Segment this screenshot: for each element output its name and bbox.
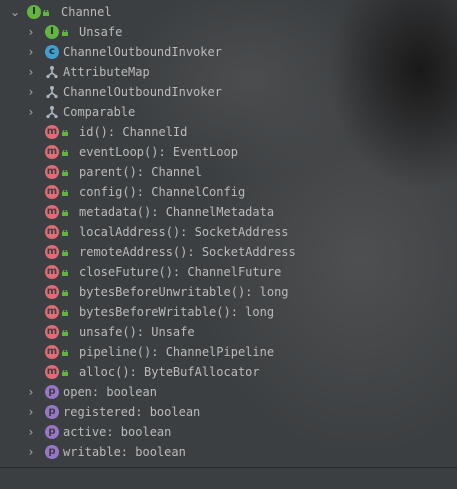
- tree-row-method[interactable]: m config(): ChannelConfig: [0, 182, 457, 202]
- method-label: pipeline(): ChannelPipeline: [79, 345, 275, 359]
- method-label: localAddress(): SocketAddress: [79, 225, 289, 239]
- tree-row-method[interactable]: m closeFuture(): ChannelFuture: [0, 262, 457, 282]
- lock-icon: [62, 210, 68, 216]
- chevron-right-icon[interactable]: ›: [26, 422, 36, 442]
- chevron-right-icon[interactable]: ›: [26, 402, 36, 422]
- inheritance-icon: [46, 86, 58, 99]
- tree-row-method[interactable]: m pipeline(): ChannelPipeline: [0, 342, 457, 362]
- method-icon: m: [45, 165, 59, 179]
- lock-icon: [62, 30, 68, 36]
- method-icon: m: [45, 225, 59, 239]
- tree-row-method[interactable]: m unsafe(): Unsafe: [0, 322, 457, 342]
- tree-row-unsafe[interactable]: › I Unsafe: [0, 22, 457, 42]
- lock-icon: [62, 190, 68, 196]
- interface-icon: I: [27, 5, 41, 19]
- lock-icon: [62, 130, 68, 136]
- tree-row-channel[interactable]: ⌄ I Channel: [0, 2, 457, 22]
- method-label: config(): ChannelConfig: [79, 185, 246, 199]
- tree-node-label: Channel: [61, 5, 112, 19]
- tree-row-method[interactable]: m id(): ChannelId: [0, 122, 457, 142]
- inheritance-icon: [46, 106, 58, 119]
- tree-row-method[interactable]: m eventLoop(): EventLoop: [0, 142, 457, 162]
- property-icon: p: [45, 445, 59, 459]
- structure-tree: ⌄ I Channel › I Unsafe › c ChannelOutbou…: [0, 2, 457, 462]
- lock-icon: [62, 330, 68, 336]
- method-icon: m: [45, 265, 59, 279]
- method-label: id(): ChannelId: [79, 125, 188, 139]
- lock-icon: [62, 350, 68, 356]
- property-icon: p: [45, 385, 59, 399]
- tree-row-channel-outbound-invoker-class[interactable]: › c ChannelOutboundInvoker: [0, 42, 457, 62]
- method-label: closeFuture(): ChannelFuture: [79, 265, 282, 279]
- method-icon: m: [45, 205, 59, 219]
- tree-row-method[interactable]: m bytesBeforeWritable(): long: [0, 302, 457, 322]
- method-icon: m: [45, 245, 59, 259]
- tree-row-method[interactable]: m remoteAddress(): SocketAddress: [0, 242, 457, 262]
- method-icon: m: [45, 305, 59, 319]
- method-icon: m: [45, 345, 59, 359]
- tree-row-method[interactable]: m localAddress(): SocketAddress: [0, 222, 457, 242]
- method-label: bytesBeforeUnwritable(): long: [79, 285, 289, 299]
- tree-node-label: Comparable: [63, 105, 136, 119]
- panel-bottom-edge: [0, 467, 457, 489]
- tree-row-property[interactable]: › p writable: boolean: [0, 442, 457, 462]
- tree-row-channel-outbound-invoker-inherited[interactable]: › ChannelOutboundInvoker: [0, 82, 457, 102]
- tree-row-property[interactable]: › p open: boolean: [0, 382, 457, 402]
- chevron-right-icon[interactable]: ›: [26, 22, 36, 42]
- tree-node-label: ChannelOutboundInvoker: [63, 85, 222, 99]
- tree-row-attribute-map[interactable]: › AttributeMap: [0, 62, 457, 82]
- tree-row-method[interactable]: m alloc(): ByteBufAllocator: [0, 362, 457, 382]
- lock-icon: [62, 150, 68, 156]
- method-label: remoteAddress(): SocketAddress: [79, 245, 296, 259]
- property-label: writable: boolean: [63, 445, 186, 459]
- method-icon: m: [45, 285, 59, 299]
- method-label: eventLoop(): EventLoop: [79, 145, 238, 159]
- chevron-right-icon[interactable]: ›: [26, 382, 36, 402]
- property-icon: p: [45, 405, 59, 419]
- chevron-down-icon[interactable]: ⌄: [10, 2, 20, 22]
- tree-row-method[interactable]: m bytesBeforeUnwritable(): long: [0, 282, 457, 302]
- lock-icon: [62, 370, 68, 376]
- lock-icon: [62, 250, 68, 256]
- inheritance-icon: [46, 66, 58, 79]
- property-icon: p: [45, 425, 59, 439]
- tree-node-label: ChannelOutboundInvoker: [63, 45, 222, 59]
- method-icon: m: [45, 125, 59, 139]
- method-label: unsafe(): Unsafe: [79, 325, 195, 339]
- tree-row-property[interactable]: › p registered: boolean: [0, 402, 457, 422]
- method-label: alloc(): ByteBufAllocator: [79, 365, 260, 379]
- lock-icon: [62, 170, 68, 176]
- method-icon: m: [45, 145, 59, 159]
- lock-icon: [43, 10, 49, 16]
- lock-icon: [62, 290, 68, 296]
- tree-row-property[interactable]: › p active: boolean: [0, 422, 457, 442]
- tree-row-method[interactable]: m parent(): Channel: [0, 162, 457, 182]
- lock-icon: [62, 310, 68, 316]
- property-label: registered: boolean: [63, 405, 201, 419]
- interface-icon: I: [45, 25, 59, 39]
- lock-icon: [62, 270, 68, 276]
- tree-node-label: Unsafe: [79, 25, 123, 39]
- method-icon: m: [45, 325, 59, 339]
- chevron-right-icon[interactable]: ›: [26, 82, 36, 102]
- property-label: open: boolean: [63, 385, 157, 399]
- chevron-right-icon[interactable]: ›: [26, 42, 36, 62]
- chevron-right-icon[interactable]: ›: [26, 62, 36, 82]
- method-label: bytesBeforeWritable(): long: [79, 305, 275, 319]
- tree-node-label: AttributeMap: [63, 65, 150, 79]
- chevron-right-icon[interactable]: ›: [26, 442, 36, 462]
- method-label: metadata(): ChannelMetadata: [79, 205, 275, 219]
- method-label: parent(): Channel: [79, 165, 202, 179]
- lock-icon: [62, 230, 68, 236]
- chevron-right-icon[interactable]: ›: [26, 102, 36, 122]
- method-icon: m: [45, 185, 59, 199]
- tree-row-method[interactable]: m metadata(): ChannelMetadata: [0, 202, 457, 222]
- property-label: active: boolean: [63, 425, 172, 439]
- method-icon: m: [45, 365, 59, 379]
- tree-row-comparable[interactable]: › Comparable: [0, 102, 457, 122]
- class-icon: c: [45, 45, 59, 59]
